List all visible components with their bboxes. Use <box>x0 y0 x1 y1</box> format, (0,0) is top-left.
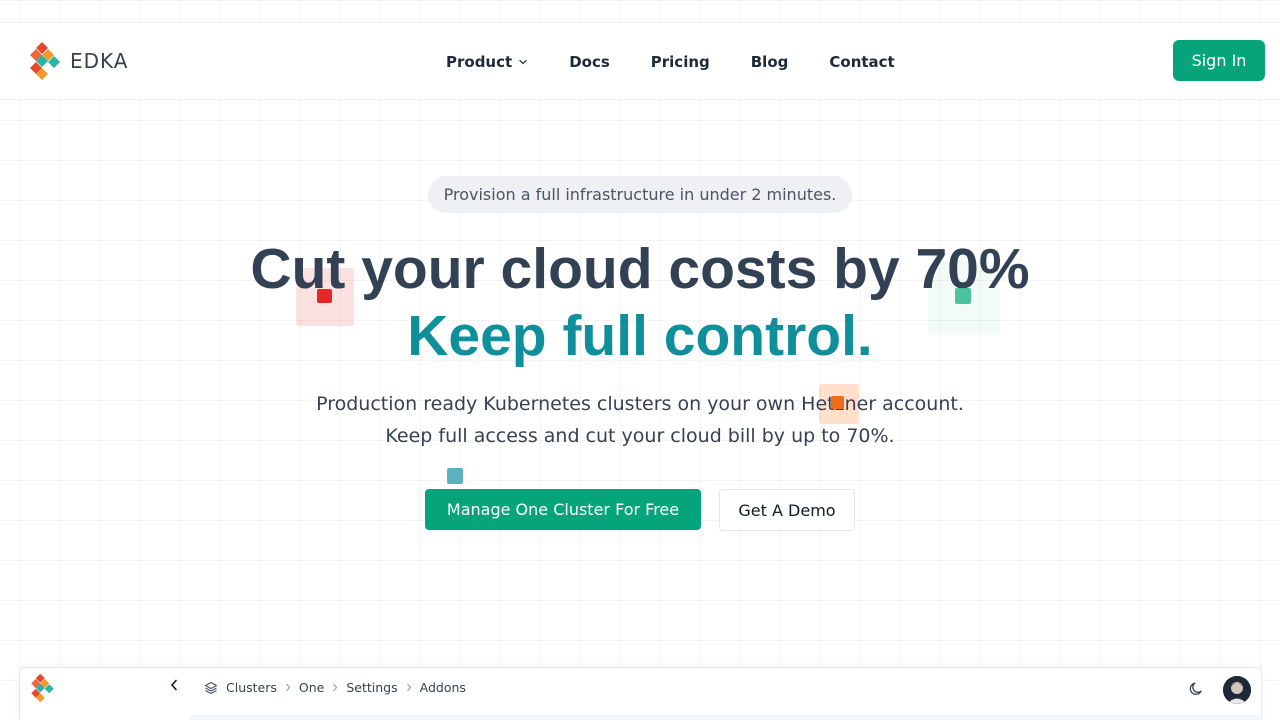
hero-pill-badge: Provision a full infrastructure in under… <box>428 176 852 213</box>
preview-content-edge <box>190 715 1260 720</box>
moon-icon[interactable] <box>1188 681 1204 701</box>
nav-item-label: Pricing <box>650 53 710 71</box>
chevron-right-icon <box>332 683 338 692</box>
manage-cluster-free-button[interactable]: Manage One Cluster For Free <box>425 489 701 530</box>
breadcrumb: Clusters One Settings Addons <box>204 680 466 695</box>
avatar[interactable] <box>1223 676 1251 704</box>
breadcrumb-item-addons: Addons <box>419 680 466 695</box>
app-logo-icon <box>31 673 57 707</box>
nav-item-product[interactable]: Product <box>446 53 528 71</box>
hero-headline: Cut your cloud costs by 70% <box>250 237 1030 301</box>
breadcrumb-item-clusters[interactable]: Clusters <box>226 680 277 695</box>
nav-item-label: Docs <box>569 53 610 71</box>
edka-logo-icon <box>30 42 60 80</box>
breadcrumb-item-settings[interactable]: Settings <box>346 680 397 695</box>
breadcrumb-item-one[interactable]: One <box>299 680 324 695</box>
main-nav: Product Docs Pricing Blog Contact <box>446 53 936 71</box>
nav-item-label: Product <box>446 53 513 71</box>
sign-in-button[interactable]: Sign In <box>1173 40 1265 81</box>
brand-logo[interactable]: EDKA <box>30 41 128 81</box>
decorative-red-square <box>317 289 332 303</box>
get-demo-button[interactable]: Get A Demo <box>719 489 855 531</box>
nav-item-pricing[interactable]: Pricing <box>651 53 710 71</box>
hero-subtext-line1: Production ready Kubernetes clusters on … <box>316 393 964 415</box>
nav-item-contact[interactable]: Contact <box>829 53 894 71</box>
chevron-right-icon <box>285 683 291 692</box>
chevron-left-icon[interactable] <box>166 676 182 694</box>
chevron-down-icon <box>518 57 528 67</box>
hero-headline-accent: Keep full control. <box>407 304 873 368</box>
site-header: EDKA Product Docs Pricing Blog Contact S… <box>0 22 1280 100</box>
app-preview-window: Clusters One Settings Addons <box>19 667 1262 720</box>
decorative-orange-square <box>831 396 844 409</box>
decorative-teal-square <box>447 468 463 484</box>
chevron-right-icon <box>406 683 412 692</box>
hero-subtext-line2: Keep full access and cut your cloud bill… <box>385 425 895 447</box>
nav-item-label: Blog <box>750 53 789 71</box>
nav-item-docs[interactable]: Docs <box>569 53 610 71</box>
brand-name: EDKA <box>70 49 129 73</box>
nav-item-blog[interactable]: Blog <box>751 53 789 71</box>
decorative-green-square <box>955 288 971 304</box>
layers-icon <box>204 681 218 695</box>
nav-item-label: Contact <box>829 53 895 71</box>
